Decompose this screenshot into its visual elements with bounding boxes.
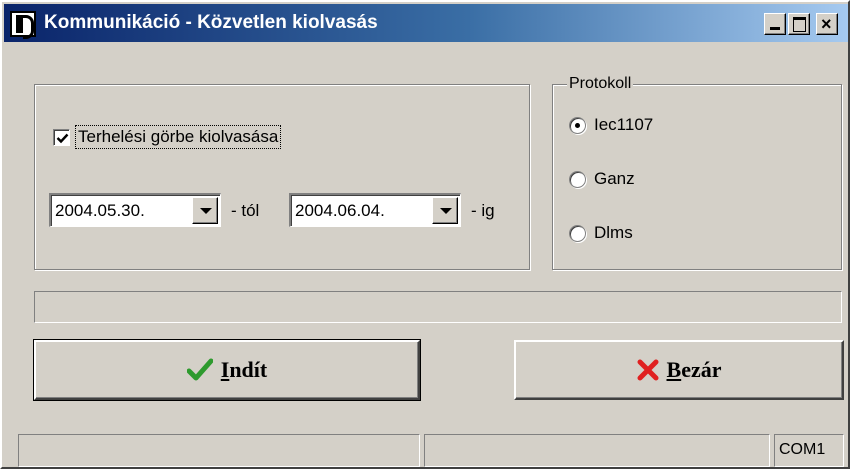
close-window-button[interactable]: × [816, 13, 838, 35]
date-from-combo[interactable]: 2004.05.30. [49, 193, 221, 227]
protocol-group: Protokoll Iec1107 Ganz Dlms [552, 74, 842, 270]
protocol-option-dlms[interactable]: Dlms [569, 223, 633, 243]
protocol-option-ganz[interactable]: Ganz [569, 169, 635, 189]
close-label-rest: ezár [681, 357, 722, 382]
date-to-dropdown-button[interactable] [432, 197, 458, 224]
protocol-radio-dlms[interactable] [569, 224, 586, 242]
close-button-label: Bezár [667, 357, 722, 383]
title-bar[interactable]: Kommunikáció - Közvetlen kiolvasás × [4, 4, 848, 42]
date-to-combo[interactable]: 2004.06.04. [289, 193, 461, 227]
options-group: Terhelési görbe kiolvasása 2004.05.30. -… [34, 84, 530, 270]
load-curve-checkbox[interactable] [53, 128, 70, 146]
close-button[interactable]: Bezár [514, 340, 844, 400]
maximize-button[interactable] [788, 13, 810, 35]
minimize-button[interactable] [764, 13, 786, 35]
protocol-radio-iec1107[interactable] [569, 116, 586, 134]
protocol-legend: Protokoll [567, 74, 634, 94]
dialog-window: Kommunikáció - Közvetlen kiolvasás × Ter… [0, 0, 850, 469]
date-to-value[interactable]: 2004.06.04. [295, 201, 385, 221]
status-port: COM1 [774, 434, 844, 467]
start-button-label: Indít [221, 357, 267, 383]
app-icon[interactable] [10, 11, 36, 39]
start-label-rest: ndít [229, 357, 268, 382]
red-x-icon [637, 359, 658, 381]
date-from-dropdown-button[interactable] [192, 197, 218, 224]
load-curve-label[interactable]: Terhelési görbe kiolvasása [75, 125, 282, 149]
load-curve-option[interactable]: Terhelési görbe kiolvasása [53, 125, 282, 149]
status-bar: COM1 [18, 434, 846, 467]
close-icon: × [821, 14, 832, 34]
protocol-label-iec1107[interactable]: Iec1107 [594, 115, 653, 135]
start-button[interactable]: Indít [33, 339, 421, 401]
progress-bar [34, 291, 842, 323]
close-accel-key: B [666, 357, 682, 382]
checkmark-icon [186, 358, 213, 381]
status-panel-1 [18, 434, 420, 467]
protocol-label-dlms[interactable]: Dlms [594, 223, 633, 243]
date-from-suffix: - tól [231, 201, 260, 220]
protocol-option-iec1107[interactable]: Iec1107 [569, 115, 653, 135]
protocol-label-ganz[interactable]: Ganz [594, 169, 635, 189]
checkmark-glyph-icon [56, 133, 69, 143]
window-title: Kommunikáció - Közvetlen kiolvasás [44, 12, 378, 33]
status-panel-2 [424, 434, 770, 467]
protocol-radio-ganz[interactable] [569, 170, 586, 188]
date-to-suffix: - ig [471, 201, 495, 220]
date-from-value[interactable]: 2004.05.30. [55, 201, 145, 221]
